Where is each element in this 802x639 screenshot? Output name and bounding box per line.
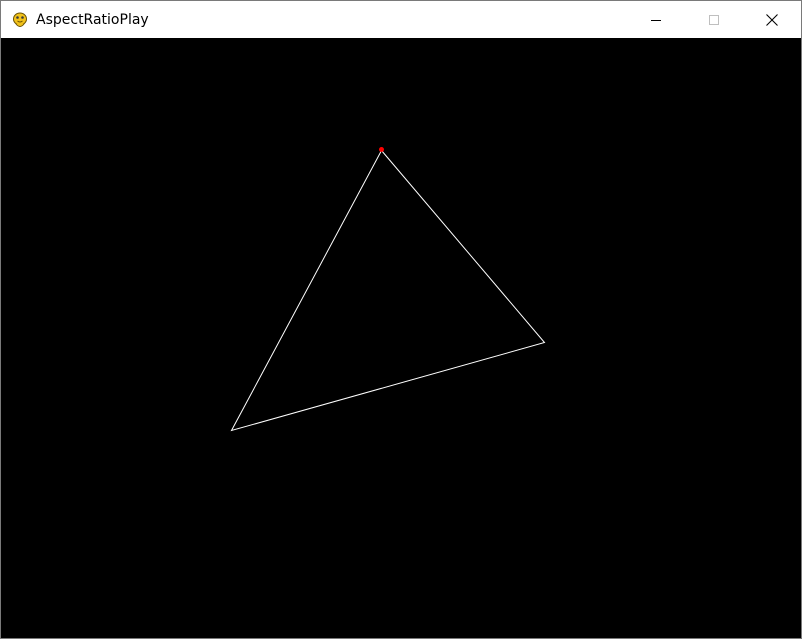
window-controls (627, 1, 801, 38)
minimize-button[interactable] (627, 1, 685, 38)
pygame-snake-icon (11, 11, 29, 29)
canvas-drawing (230, 147, 546, 432)
triangle-vertex-marker (379, 147, 384, 152)
app-window: AspectRatioPlay (0, 0, 802, 639)
maximize-icon (709, 14, 719, 25)
minimize-icon (651, 19, 661, 21)
close-icon (766, 13, 778, 26)
title-bar[interactable]: AspectRatioPlay (1, 1, 801, 38)
maximize-button[interactable] (685, 1, 743, 38)
game-canvas[interactable] (1, 38, 801, 638)
window-title: AspectRatioPlay (36, 11, 149, 28)
triangle-shape (230, 149, 546, 432)
close-button[interactable] (743, 1, 801, 38)
